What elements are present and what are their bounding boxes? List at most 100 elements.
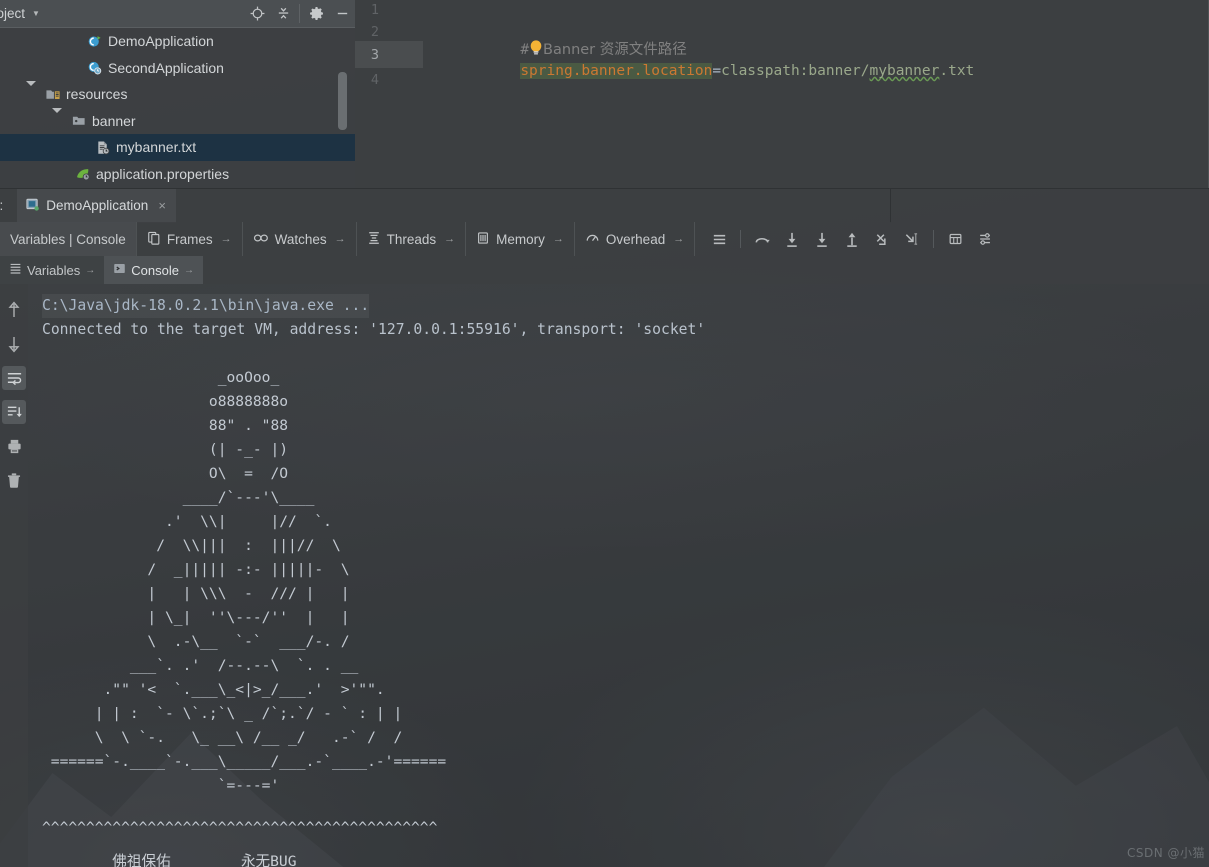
locate-target-icon[interactable] [244, 1, 270, 27]
property-value-filename: mybanner [869, 63, 940, 79]
debug-session-tab-label: DemoApplication [46, 198, 149, 213]
tab-label: Threads [386, 231, 437, 247]
show-execution-point-icon[interactable] [705, 224, 733, 254]
debug-step-controls[interactable] [695, 222, 999, 256]
tree-item-label: SecondApplication [108, 59, 224, 76]
debug-sub-tabs[interactable]: Variables → Console → [0, 256, 1209, 284]
java-exe-command: C:\Java\jdk-18.0.2.1\bin\java.exe ... [42, 294, 370, 318]
step-out-icon[interactable] [838, 224, 866, 254]
step-over-icon[interactable] [748, 224, 776, 254]
overhead-icon [585, 231, 600, 248]
sub-tab-variables[interactable]: Variables → [0, 256, 105, 284]
tree-item-label: resources [66, 86, 128, 103]
tab-label: Watches [274, 231, 327, 247]
run-to-cursor-icon[interactable] [898, 224, 926, 254]
property-value-ext: .txt [939, 63, 975, 79]
header-divider [890, 188, 891, 223]
tree-item-secondapplication[interactable]: SecondApplication [0, 55, 355, 82]
sub-tab-label: Console [131, 262, 179, 278]
tab-label: Memory [496, 231, 545, 247]
console-text: C:\Java\jdk-18.0.2.1\bin\java.exe ... Co… [42, 294, 1209, 867]
console-icon [113, 262, 126, 278]
tab-threads[interactable]: Threads → [357, 222, 467, 256]
force-step-into-icon[interactable] [808, 224, 836, 254]
tree-item-demoapplication[interactable]: DemoApplication [0, 28, 355, 55]
settings-list-icon[interactable] [971, 224, 999, 254]
property-equals: = [712, 63, 722, 79]
pin-icon[interactable]: → [335, 233, 346, 245]
pin-icon[interactable]: → [553, 233, 564, 245]
tab-frames[interactable]: Frames → [137, 222, 243, 256]
drop-frame-icon[interactable] [868, 224, 896, 254]
tree-item-resources[interactable]: resources [0, 81, 355, 108]
step-into-icon[interactable] [778, 224, 806, 254]
collapse-all-icon[interactable] [270, 1, 296, 27]
pin-icon[interactable]: → [184, 265, 194, 276]
line-number: 4 [370, 72, 379, 88]
watches-icon [253, 231, 269, 248]
editor-pane[interactable]: 1 2 3 4 # Banner 资源文件路径 spring.banner.loc… [355, 0, 1209, 188]
variables-icon [9, 262, 22, 278]
tree-item-application-properties[interactable]: application.properties [0, 161, 355, 188]
tree-item-banner[interactable]: banner [0, 107, 355, 135]
tab-memory[interactable]: Memory → [466, 222, 575, 256]
run-config-icon [25, 197, 40, 215]
watermark: CSDN @小猫 [1126, 846, 1205, 860]
line-number: 2 [370, 24, 379, 40]
pin-icon[interactable]: → [673, 233, 684, 245]
console-output-pane[interactable]: C:\Java\jdk-18.0.2.1\bin\java.exe ... Co… [28, 284, 1209, 867]
pin-icon[interactable]: → [85, 265, 95, 276]
folder-icon [70, 112, 87, 129]
ascii-banner-art: _ooOoo_ o8888888o 88" . "88 (| -_- |) O\… [50, 369, 447, 794]
console-command-line: C:\Java\jdk-18.0.2.1\bin\java.exe ... [42, 294, 1209, 318]
console-action-rail[interactable] [0, 284, 28, 867]
tree-item-label: mybanner.txt [116, 139, 197, 156]
pin-icon[interactable]: → [444, 233, 455, 245]
soft-wrap-icon[interactable] [2, 366, 26, 390]
toolbar-divider [740, 230, 742, 248]
evaluate-expression-icon[interactable] [941, 224, 969, 254]
chevron-expanded-icon[interactable] [26, 81, 36, 107]
scroll-up-icon[interactable] [2, 298, 26, 322]
property-key: spring.banner.location [520, 63, 713, 79]
console-connected-line: Connected to the target VM, address: '12… [42, 321, 706, 338]
debug-toolbar[interactable]: Variables | Console Frames → Watches → T… [0, 222, 1209, 256]
sub-tab-console[interactable]: Console → [104, 256, 203, 284]
project-panel-title: roject [0, 6, 26, 21]
pin-icon[interactable]: → [221, 233, 232, 245]
scroll-to-end-icon[interactable] [2, 400, 26, 424]
java-class-run-icon [86, 33, 103, 50]
ascii-banner-caret-line: ^^^^^^^^^^^^^^^^^^^^^^^^^^^^^^^^^^^^^^^^… [42, 819, 438, 836]
tree-item-label: DemoApplication [108, 33, 214, 50]
tree-item-label: application.properties [96, 165, 230, 182]
close-icon[interactable]: × [158, 198, 166, 213]
debug-tool-window-header: g: DemoApplication × [0, 188, 1209, 223]
ide-window: roject ▼ [0, 0, 1209, 867]
clear-all-icon[interactable] [2, 468, 26, 492]
gear-icon[interactable] [303, 1, 329, 27]
tab-variables-console[interactable]: Variables | Console [0, 222, 137, 256]
print-icon[interactable] [2, 434, 26, 458]
line-number-current: 3 [370, 47, 379, 63]
property-value-prefix: classpath:banner/ [721, 63, 870, 79]
project-tree[interactable]: DemoApplication SecondApplication resour… [0, 28, 355, 188]
tree-item-mybanner-txt[interactable]: mybanner.txt [0, 134, 355, 161]
scroll-down-icon[interactable] [2, 332, 26, 356]
editor-code-area[interactable]: # Banner 资源文件路径 spring.banner.location=cl… [433, 0, 1209, 188]
ascii-banner-blessing: 佛祖保佑 永无BUG [42, 853, 297, 867]
resources-folder-icon [44, 86, 61, 103]
frames-icon [147, 231, 161, 248]
debug-session-tab-demoapplication[interactable]: DemoApplication × [17, 188, 176, 223]
tab-label: Frames [166, 231, 213, 247]
chevron-expanded-icon[interactable] [52, 107, 62, 133]
spring-leaf-icon [74, 165, 91, 182]
chevron-down-icon[interactable]: ▼ [32, 9, 40, 18]
memory-icon [476, 231, 490, 248]
tab-watches[interactable]: Watches → [243, 222, 357, 256]
sub-tab-label: Variables [27, 262, 81, 278]
project-panel-header: roject ▼ [0, 0, 355, 28]
java-class-spring-icon [86, 59, 103, 76]
line-number: 1 [370, 2, 379, 18]
tab-label: Variables | Console [10, 231, 126, 247]
tab-overhead[interactable]: Overhead → [575, 222, 696, 256]
